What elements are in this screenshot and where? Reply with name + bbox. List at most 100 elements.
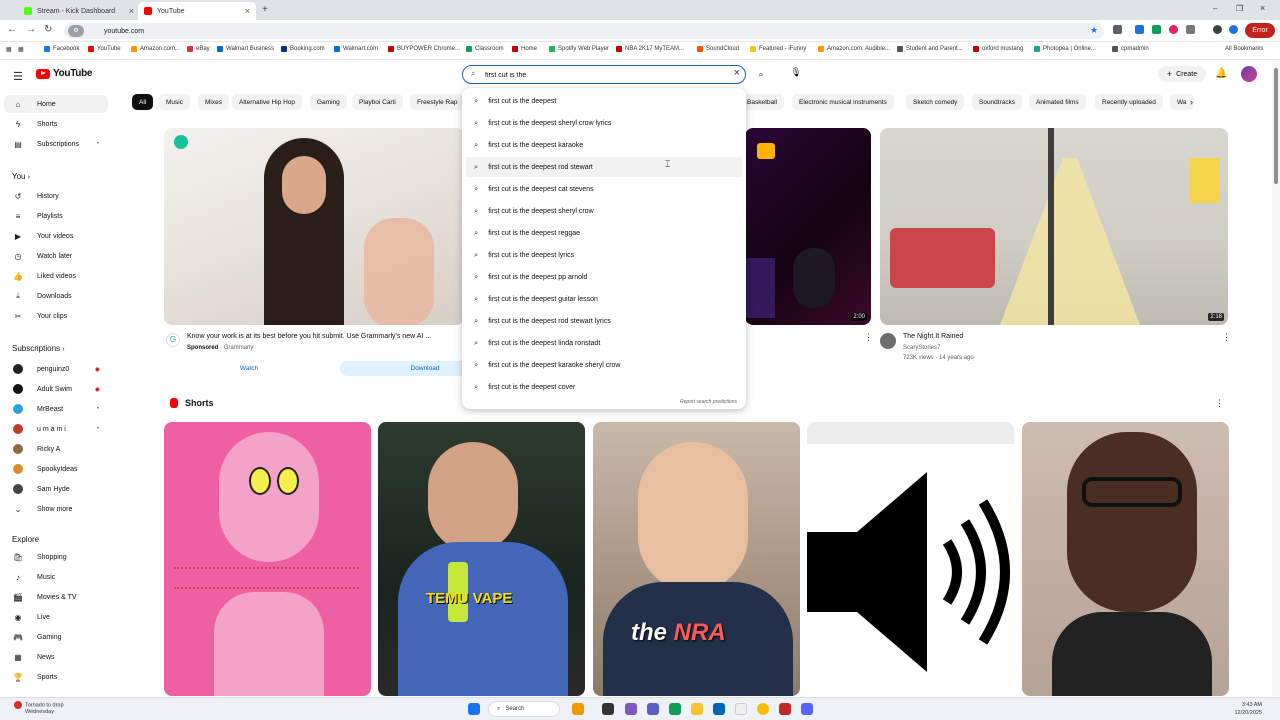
suggestion-item[interactable]: ⌕ first cut is the deepest guitar lesson	[466, 289, 742, 309]
bookmark-item[interactable]: Spotify Web Player	[549, 46, 609, 52]
bookmark-item[interactable]: NBA 2K17 MyTEAM...	[616, 46, 684, 52]
chrome-icon[interactable]	[757, 703, 769, 715]
sidebar-item-gaming[interactable]: 🎮 Gaming	[4, 628, 108, 646]
file-explorer-icon[interactable]	[691, 703, 703, 715]
tab-kick[interactable]: Stream - Kick Dashboard ×	[18, 2, 140, 20]
sidebar-item-downloads[interactable]: ⤓ Downloads	[4, 287, 108, 305]
sidebar-item-liked-videos[interactable]: 👍 Liked videos	[4, 267, 108, 285]
app-icon[interactable]	[625, 703, 637, 715]
edge-icon[interactable]	[669, 703, 681, 715]
sidebar-item-live[interactable]: ◉ Live	[4, 608, 108, 626]
chip[interactable]: Music	[159, 94, 190, 110]
bookmark-item[interactable]: Classroom	[466, 46, 504, 52]
chip[interactable]: Recently uploaded	[1095, 94, 1163, 110]
all-bookmarks[interactable]: All Bookmarks	[1225, 46, 1263, 52]
youtube-logo[interactable]: YouTube	[36, 68, 93, 79]
suggestion-item[interactable]: ⌕ first cut is the deepest lyrics	[466, 245, 742, 265]
extension-icon[interactable]	[1169, 25, 1178, 34]
grid-icon[interactable]: ▦	[18, 46, 24, 53]
suggestion-item[interactable]: ⌕ first cut is the deepest	[466, 91, 742, 111]
teams-icon[interactable]	[647, 703, 659, 715]
suggestion-item[interactable]: ⌕ first cut is the deepest karaoke sheryl…	[466, 355, 742, 375]
channel-avatar[interactable]	[880, 333, 896, 349]
bookmark-item[interactable]: Walmart Business	[217, 46, 274, 52]
sidebar-item-shopping[interactable]: 🛍 Shopping	[4, 548, 108, 566]
voice-search-mic-icon[interactable]: 🎙	[789, 67, 803, 81]
sidebar-item-your-clips[interactable]: ✂ Your clips	[4, 307, 108, 325]
windows-start-icon[interactable]	[468, 703, 480, 715]
subscriptions-heading[interactable]: Subscriptions ›	[12, 344, 65, 353]
short-thumbnail[interactable]: TEMU VAPE	[378, 422, 585, 696]
chip[interactable]: Electronic musical instruments	[792, 94, 894, 110]
search-box[interactable]: ⌕ ×	[462, 65, 746, 84]
maximize-icon[interactable]: ❐	[1236, 4, 1243, 13]
bookmark-item[interactable]: oxford mustang	[973, 46, 1023, 52]
chip[interactable]: Gaming	[310, 94, 347, 110]
system-clock[interactable]: 3:43 AM 12/20/2025	[1234, 701, 1262, 717]
you-heading[interactable]: You ›	[12, 172, 30, 181]
search-input[interactable]	[485, 69, 725, 81]
tab-youtube[interactable]: YouTube ×	[138, 2, 256, 20]
bookmark-item[interactable]: Photopea | Online...	[1034, 46, 1096, 52]
reload-icon[interactable]: ↻	[44, 24, 52, 35]
short-thumbnail[interactable]	[1022, 422, 1229, 696]
sidebar-item-shorts[interactable]: ϟ Shorts	[4, 115, 108, 133]
short-thumbnail[interactable]	[164, 422, 371, 696]
sidebar-item-music[interactable]: ♪ Music	[4, 568, 108, 586]
bookmark-item[interactable]: SoundCloud	[697, 46, 739, 52]
chevron-right-icon[interactable]: ›	[1190, 97, 1193, 107]
suggestion-item[interactable]: ⌕ first cut is the deepest cover	[466, 377, 742, 397]
bookmark-item[interactable]: Walmart.com	[334, 46, 378, 52]
store-icon[interactable]	[713, 703, 725, 715]
sidebar-item-news[interactable]: ▦ News	[4, 648, 108, 666]
search-button[interactable]: ⌕	[750, 65, 772, 84]
chip[interactable]: Freestyle Rap	[410, 94, 465, 110]
sidebar-item-history[interactable]: ↺ History	[4, 187, 108, 205]
sidebar-sub-channel[interactable]: u m a m i •	[4, 420, 108, 438]
suggestion-item[interactable]: ⌕ first cut is the deepest rod stewart ly…	[466, 311, 742, 331]
app-icon[interactable]	[572, 703, 584, 715]
short-thumbnail[interactable]	[807, 422, 1014, 696]
ad-thumbnail[interactable]	[164, 128, 464, 325]
more-options-icon[interactable]: ⋮	[1215, 398, 1224, 409]
sidebar-item-movies[interactable]: 🎬 Movies & TV	[4, 588, 108, 606]
suggestion-item[interactable]: ⌕ first cut is the deepest pp arnold	[466, 267, 742, 287]
apps-icon[interactable]: ▦	[6, 46, 12, 53]
back-icon[interactable]: ←	[7, 24, 17, 35]
channel-name[interactable]: ScaryStories7	[903, 345, 940, 351]
close-tab-icon[interactable]: ×	[245, 6, 250, 16]
bookmark-item[interactable]: BUYPOWER Chrome...	[388, 46, 460, 52]
suggestion-item[interactable]: ⌕ first cut is the deepest cat stevens	[466, 179, 742, 199]
bookmark-item[interactable]: YouTube	[88, 46, 121, 52]
bookmark-star-icon[interactable]: ★	[1090, 25, 1098, 36]
sidebar-sub-channel[interactable]: MrBeast •	[4, 400, 108, 418]
ad-title[interactable]: Know your work is at its best before you…	[187, 333, 431, 340]
video-title[interactable]: The Night It Rained	[903, 333, 963, 340]
create-button[interactable]: + Create	[1158, 66, 1206, 82]
page-scrollbar-thumb[interactable]	[1274, 68, 1278, 184]
extension-icon[interactable]	[1113, 25, 1122, 34]
task-view-icon[interactable]	[602, 703, 614, 715]
bookmark-item[interactable]: Featured - iFunny	[750, 46, 806, 52]
bookmark-item[interactable]: Booking.com	[281, 46, 325, 52]
sidebar-item-watch-later[interactable]: ◷ Watch later	[4, 247, 108, 265]
bookmark-item[interactable]: cpmadmin	[1112, 46, 1149, 52]
chip[interactable]: Playboi Carti	[352, 94, 403, 110]
sidebar-item-your-videos[interactable]: ▶ Your videos	[4, 227, 108, 245]
extension-icon[interactable]	[1135, 25, 1144, 34]
app-icon[interactable]	[735, 703, 747, 715]
ad-watch-button[interactable]: Watch	[164, 361, 334, 376]
bookmark-item[interactable]: Student and Parent...	[897, 46, 963, 52]
more-options-icon[interactable]: ⋮	[864, 332, 873, 343]
bookmark-item[interactable]: Facebook	[44, 46, 79, 52]
discord-icon[interactable]	[801, 703, 813, 715]
extension-icon[interactable]	[1229, 25, 1238, 34]
chip[interactable]: Soundtracks	[972, 94, 1023, 110]
sidebar-sub-channel[interactable]: Ricky A	[4, 440, 108, 458]
bookmark-item[interactable]: Home	[512, 46, 537, 52]
new-tab-icon[interactable]: +	[262, 4, 268, 15]
chip[interactable]: Sketch comedy	[906, 94, 965, 110]
sidebar-item-playlists[interactable]: ≡ Playlists	[4, 207, 108, 225]
show-more-button[interactable]: ⌄ Show more	[4, 500, 108, 518]
app-icon[interactable]	[779, 703, 791, 715]
